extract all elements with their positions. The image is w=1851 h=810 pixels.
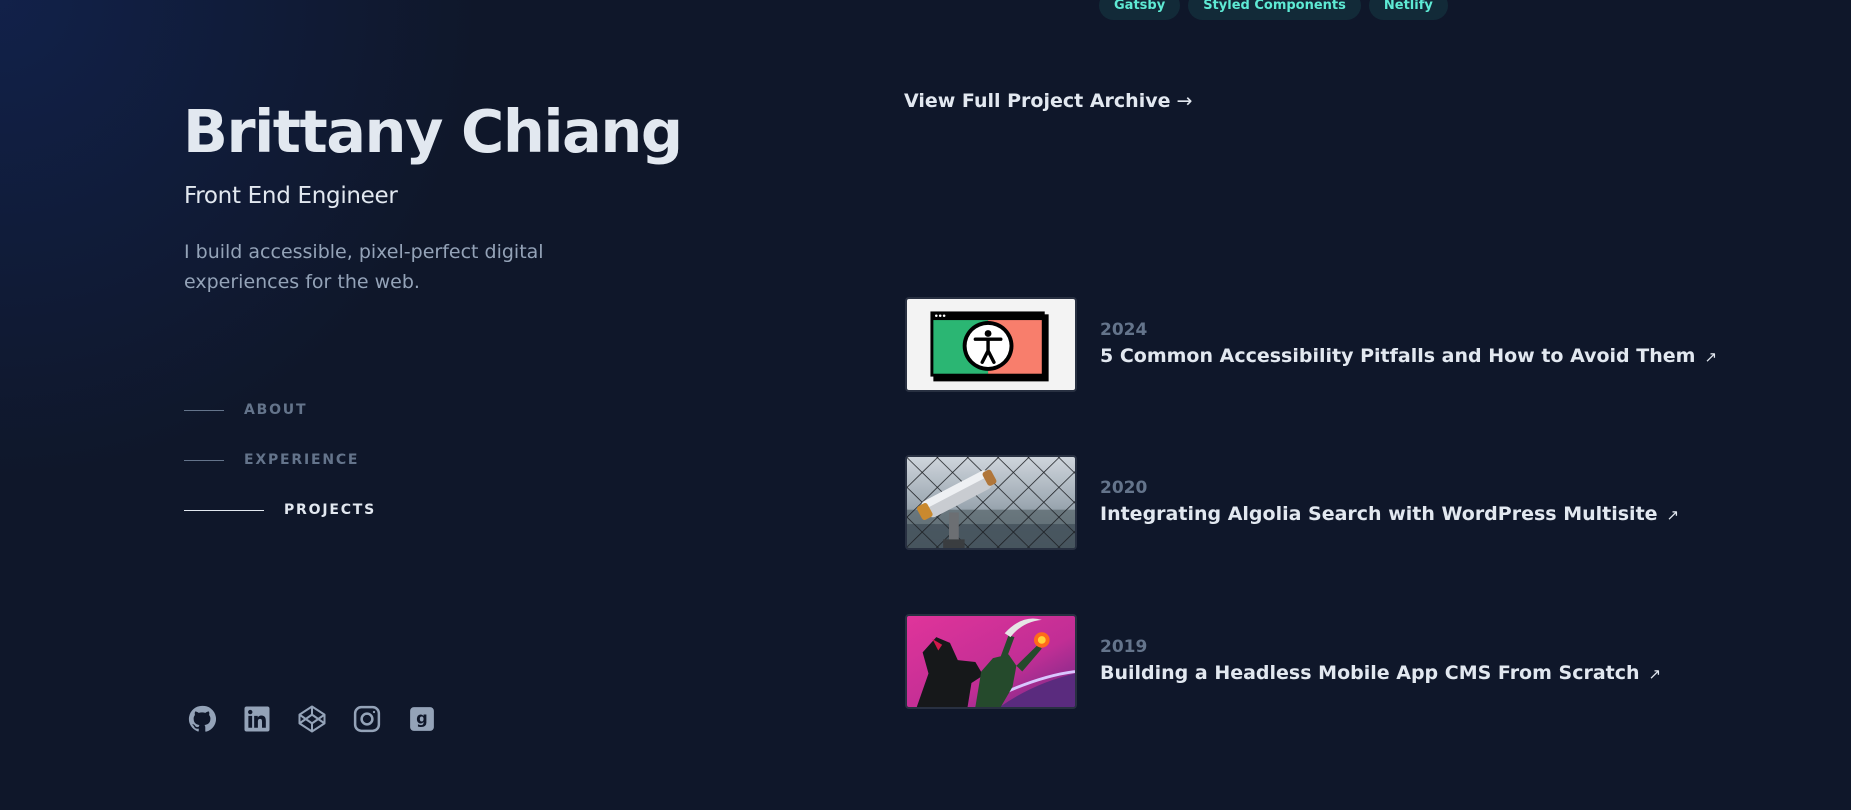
writing-item[interactable]: 2019 Building a Headless Mobile App CMS …	[905, 614, 1661, 709]
telescope-photo	[905, 455, 1077, 550]
tech-tag: Gatsby	[1099, 0, 1181, 20]
nav-indicator-line	[184, 509, 264, 511]
nav-item-label: EXPERIENCE	[244, 452, 360, 468]
nav-item-label: ABOUT	[244, 402, 308, 418]
writing-title-link[interactable]: Building a Headless Mobile App CMS From …	[1100, 659, 1661, 688]
social-links: g	[186, 703, 437, 734]
writing-title-link[interactable]: 5 Common Accessibility Pitfalls and How …	[1100, 342, 1717, 371]
site-owner-name[interactable]: Brittany Chiang	[183, 99, 683, 165]
writing-item[interactable]: 2020 Integrating Algolia Search with Wor…	[905, 455, 1679, 550]
external-link-icon: ↗	[1704, 348, 1718, 366]
nav-indicator-line	[184, 409, 224, 411]
writing-title: 5 Common Accessibility Pitfalls and How …	[1100, 345, 1696, 367]
nav-item-projects[interactable]: PROJECTS	[184, 485, 376, 535]
writing-text: 2019 Building a Headless Mobile App CMS …	[1100, 635, 1661, 688]
page: Brittany Chiang Front End Engineer I bui…	[0, 0, 1851, 810]
writing-year: 2020	[1100, 478, 1148, 498]
writing-title: Building a Headless Mobile App CMS From …	[1100, 662, 1640, 684]
nav-item-about[interactable]: ABOUT	[184, 385, 376, 435]
svg-text:g: g	[416, 708, 428, 727]
tech-tag: Netlify	[1368, 0, 1448, 20]
tagline: I build accessible, pixel-perfect digita…	[184, 241, 544, 293]
view-project-archive-link[interactable]: View Full Project Archive →	[904, 90, 1192, 112]
instagram-icon[interactable]	[351, 703, 382, 734]
writing-title: Integrating Algolia Search with WordPres…	[1100, 503, 1658, 525]
writing-year: 2024	[1100, 320, 1148, 340]
writing-item[interactable]: 2024 5 Common Accessibility Pitfalls and…	[905, 297, 1717, 392]
project-tech-tags: Gatsby Styled Components Netlify	[1099, 0, 1448, 20]
codepen-icon[interactable]	[296, 703, 327, 734]
nav-indicator-line	[184, 459, 224, 461]
nav-item-label: PROJECTS	[284, 502, 377, 518]
headless-horseman-illustration	[905, 614, 1077, 709]
writing-text: 2020 Integrating Algolia Search with Wor…	[1100, 476, 1679, 529]
goodreads-icon[interactable]: g	[406, 703, 437, 734]
linkedin-icon[interactable]	[241, 703, 272, 734]
accessibility-illustration	[905, 297, 1077, 392]
writing-title-link[interactable]: Integrating Algolia Search with WordPres…	[1100, 500, 1679, 529]
nav-item-experience[interactable]: EXPERIENCE	[184, 435, 376, 485]
job-title: Front End Engineer	[184, 183, 398, 209]
tech-tag: Styled Components	[1188, 0, 1361, 20]
section-nav: ABOUT EXPERIENCE PROJECTS	[184, 385, 376, 535]
writing-text: 2024 5 Common Accessibility Pitfalls and…	[1100, 318, 1717, 371]
github-icon[interactable]	[186, 703, 217, 734]
external-link-icon: ↗	[1648, 665, 1662, 683]
archive-link-label: View Full Project Archive	[904, 90, 1171, 112]
writing-year: 2019	[1100, 637, 1148, 657]
external-link-icon: ↗	[1666, 506, 1680, 524]
arrow-right-icon: →	[1176, 90, 1193, 112]
